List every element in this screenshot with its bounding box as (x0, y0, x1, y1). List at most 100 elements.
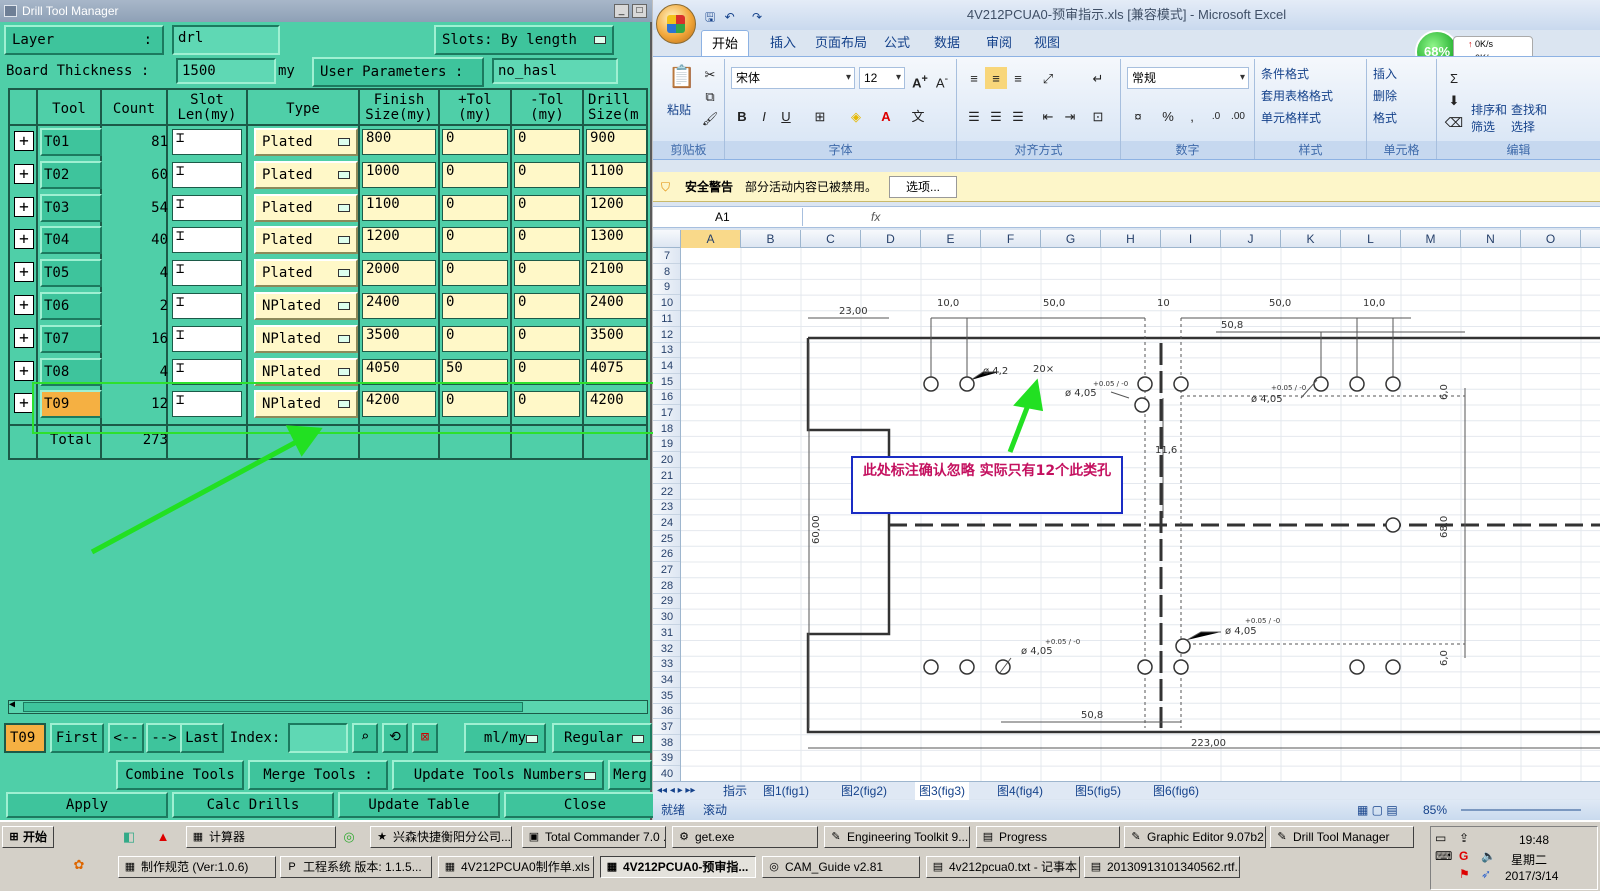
minus-tol-input[interactable]: 0 (514, 325, 580, 352)
scroll-left-icon[interactable]: ◀ (9, 699, 15, 710)
sheet-tab[interactable]: 图6(fig6) (1149, 782, 1203, 800)
row-header[interactable]: 19 (653, 436, 680, 453)
minus-tol-input[interactable]: 0 (514, 260, 580, 287)
minus-tol-input[interactable]: 0 (514, 227, 580, 254)
redo-icon[interactable]: ↷ (752, 10, 762, 24)
type-selector[interactable]: Plated (254, 128, 358, 156)
row-header[interactable]: 25 (653, 531, 680, 547)
fx-icon[interactable]: fx (871, 207, 880, 227)
tool-name[interactable]: T05 (40, 259, 102, 288)
slot-len-input[interactable]: ⌶ (172, 293, 242, 319)
column-header[interactable]: I (1161, 230, 1221, 248)
arrow-tray-icon[interactable]: ➶ (1481, 867, 1491, 881)
language-tray-icon[interactable]: ⌨ (1435, 849, 1452, 863)
conditional-format-button[interactable]: 条件格式 (1261, 65, 1309, 82)
type-selector[interactable]: NPlated (254, 390, 358, 419)
layer-field[interactable]: drl (172, 25, 280, 55)
column-header[interactable]: D (861, 230, 921, 248)
column-header[interactable]: F (981, 230, 1041, 248)
align-top-icon[interactable]: ≡ (963, 67, 985, 89)
save-icon[interactable]: 🖫 (705, 10, 715, 24)
row-header[interactable]: 33 (653, 656, 680, 673)
shrink-font-icon[interactable]: A- (931, 67, 953, 90)
scrollbar-thumb[interactable] (23, 702, 523, 712)
type-selector[interactable]: Plated (254, 226, 358, 255)
table-row[interactable]: + T07 16 ⌶ NPlated 3500 0 0 3500 (10, 324, 646, 354)
finish-size-input[interactable]: 4200 (362, 391, 436, 418)
close-button[interactable]: Close (504, 792, 666, 818)
slots-selector[interactable]: Slots: By length (434, 25, 614, 55)
row-header[interactable]: 23 (653, 499, 680, 516)
table-row[interactable]: + T09 12 ⌶ NPlated 4200 0 0 4200 (10, 389, 646, 419)
table-row[interactable]: + T04 40 ⌶ Plated 1200 0 0 1300 (10, 225, 646, 255)
align-middle-icon[interactable]: ≡ (985, 67, 1007, 89)
column-header[interactable]: M (1401, 230, 1461, 248)
taskbar-button[interactable]: ▤ 4v212pcua0.txt - 记事本 (926, 856, 1080, 878)
insert-cells-button[interactable]: 插入 (1373, 65, 1397, 82)
flag-tray-icon[interactable]: ⚑ (1459, 867, 1470, 881)
finish-size-input[interactable]: 2000 (362, 260, 436, 287)
drill-size-input[interactable]: 3500 (586, 325, 646, 352)
decrease-indent-icon[interactable]: ⇤ (1037, 105, 1059, 127)
finish-size-input[interactable]: 800 (362, 129, 436, 155)
paste-label[interactable]: 粘贴 (667, 101, 691, 118)
plus-tol-input[interactable]: 50 (442, 358, 508, 385)
row-header[interactable]: 24 (653, 515, 680, 531)
minus-tol-input[interactable]: 0 (514, 194, 580, 221)
sheet-tab[interactable]: 图4(fig4) (993, 782, 1047, 800)
table-row[interactable]: + T01 81 ⌶ Plated 800 0 0 900 (10, 127, 646, 157)
taskbar-button[interactable]: ▤ 20130913101340562.rtf... (1084, 856, 1240, 878)
taskbar-button[interactable]: ▣ Total Commander 7.0 ... (522, 826, 666, 848)
colorful-app-icon[interactable]: ✿ (70, 856, 88, 874)
plus-tol-input[interactable]: 0 (442, 325, 508, 352)
pdf-icon[interactable]: ▲ (154, 828, 172, 846)
slot-len-input[interactable]: ⌶ (172, 161, 242, 188)
increase-decimal-icon[interactable]: .0 (1205, 105, 1227, 127)
type-selector[interactable]: NPlated (254, 357, 358, 386)
finish-size-input[interactable]: 2400 (362, 293, 436, 319)
currency-icon[interactable]: ¤ (1127, 105, 1149, 127)
minus-tol-input[interactable]: 0 (514, 293, 580, 319)
zoom-level[interactable]: 85% (1423, 800, 1447, 820)
expand-icon[interactable]: + (14, 229, 34, 250)
start-button[interactable]: ⊞ 开始 (2, 826, 54, 848)
index-field[interactable] (288, 723, 348, 753)
plus-tol-input[interactable]: 0 (442, 293, 508, 319)
taskbar-button[interactable]: ✎ Engineering Toolkit 9.... (824, 826, 970, 848)
row-header[interactable]: 21 (653, 468, 680, 484)
undo-icon[interactable]: ↶ (725, 10, 735, 24)
merge-button-truncated[interactable]: Merg (608, 760, 652, 790)
row-header[interactable]: 20 (653, 452, 680, 469)
row-header[interactable]: 34 (653, 672, 680, 688)
tool-name[interactable]: T02 (40, 160, 102, 189)
drill-size-input[interactable]: 1200 (586, 194, 646, 221)
row-header[interactable]: 17 (653, 405, 680, 421)
font-name-select[interactable]: 宋体 (731, 67, 855, 89)
tool-name[interactable]: T07 (40, 324, 102, 353)
table-row[interactable]: + T03 54 ⌶ Plated 1100 0 0 1200 (10, 193, 646, 223)
align-left-icon[interactable]: ☰ (963, 105, 985, 127)
finish-size-input[interactable]: 1100 (362, 194, 436, 221)
options-button[interactable]: 选项... (889, 176, 957, 198)
user-parameters-field[interactable]: no_hasl (492, 58, 618, 84)
type-selector[interactable]: Plated (254, 193, 358, 222)
row-header[interactable]: 7 (653, 248, 680, 264)
paste-icon[interactable]: 📋 (667, 65, 695, 97)
dtm-titlebar[interactable]: Drill Tool Manager _ □ (0, 0, 652, 22)
column-header[interactable]: K (1281, 230, 1341, 248)
wrap-text-icon[interactable]: ↵ (1087, 67, 1109, 89)
quick-access-toolbar[interactable]: 🖫 ↶ ↷ (705, 8, 762, 29)
row-header[interactable]: 10 (653, 295, 680, 312)
maximize-button[interactable]: □ (632, 4, 647, 18)
row-header[interactable]: 31 (653, 625, 680, 641)
plus-tol-input[interactable]: 0 (442, 194, 508, 221)
last-button[interactable]: Last (180, 723, 224, 753)
tool-name[interactable]: T03 (40, 193, 102, 222)
drill-size-input[interactable]: 4200 (586, 391, 646, 418)
slot-len-input[interactable]: ⌶ (172, 358, 242, 385)
column-header[interactable]: C (801, 230, 861, 248)
row-header[interactable]: 36 (653, 703, 680, 720)
board-thickness-field[interactable]: 1500 (176, 58, 276, 84)
sheet-area[interactable]: 23,00 10,0 50,0 10 50,0 10,0 50,8 ø 4,2 … (681, 248, 1600, 781)
taskbar-button[interactable]: ⚙ get.exe (672, 826, 818, 848)
